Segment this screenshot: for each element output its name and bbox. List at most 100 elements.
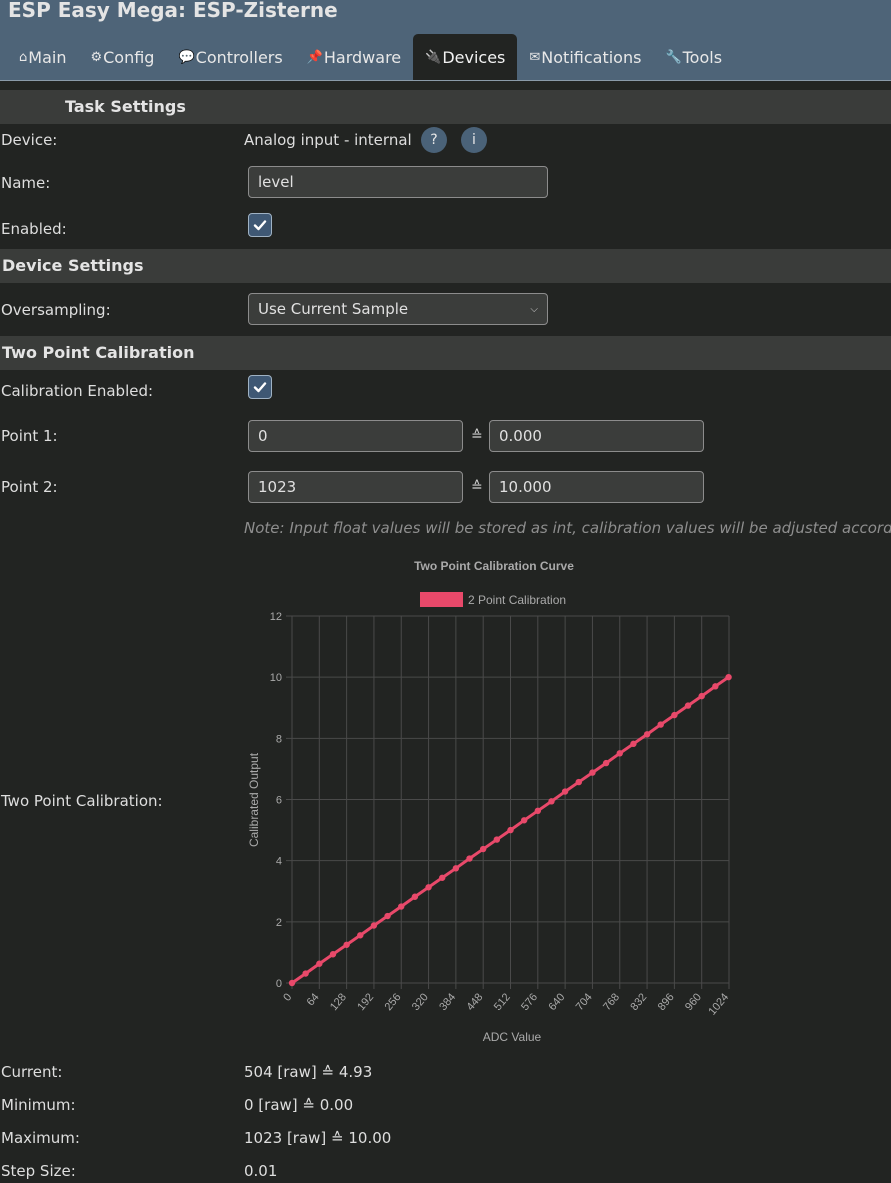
checkmark-icon: [253, 382, 267, 393]
data-point: [671, 711, 678, 719]
x-tick-label: 896: [656, 991, 677, 1013]
y-tick-label: 10: [270, 672, 282, 684]
data-point: [561, 788, 569, 795]
data-point: [602, 759, 610, 767]
data-point: [316, 960, 323, 967]
enabled-checkbox[interactable]: [248, 213, 272, 237]
y-tick-label: 4: [276, 856, 282, 868]
data-point: [575, 778, 582, 786]
x-tick-label: 64: [305, 991, 322, 1008]
name-label: Name:: [1, 174, 51, 192]
data-point: [493, 836, 501, 843]
device-label: Device:: [1, 131, 58, 149]
info-button[interactable]: i: [461, 127, 487, 153]
data-point: [616, 750, 623, 757]
x-tick-label: 128: [328, 991, 349, 1013]
minimum-label: Minimum:: [1, 1096, 76, 1114]
point1-output-value: 0.000: [499, 427, 542, 445]
data-point: [384, 912, 391, 920]
tab-controllers[interactable]: 💬 Controllers: [166, 34, 294, 80]
maximum-label: Maximum:: [1, 1129, 80, 1147]
section-title: Device Settings: [2, 256, 144, 275]
data-point: [398, 903, 405, 910]
x-tick-label: 640: [546, 991, 567, 1013]
y-tick-label: 8: [276, 733, 282, 745]
point2-adc-value: 1023: [258, 478, 297, 496]
data-point: [370, 922, 378, 929]
point1-adc-input[interactable]: 0: [248, 420, 463, 452]
x-tick-label: 256: [383, 991, 404, 1013]
x-tick-label: 192: [355, 991, 376, 1013]
x-tick-label: 704: [574, 991, 595, 1013]
y-tick-label: 0: [276, 978, 282, 990]
point1-label: Point 1:: [1, 427, 58, 445]
tab-label: Main: [28, 47, 67, 67]
data-point: [302, 970, 309, 977]
oversampling-label: Oversampling:: [1, 301, 111, 319]
name-input[interactable]: level: [248, 166, 548, 198]
data-point: [548, 798, 555, 805]
home-icon: ⌂: [19, 49, 28, 65]
data-point: [425, 884, 432, 891]
main-nav: ⌂ Main ⚙ Config 💬 Controllers 📌 Hardware 🔌 De…: [7, 34, 734, 80]
maximum-value: 1023 [raw] ≙ 10.00: [244, 1129, 392, 1147]
legend-swatch: [420, 592, 463, 607]
point2-adc-input[interactable]: 1023: [248, 471, 463, 503]
data-point: [439, 874, 446, 881]
chevron-down-icon: ⌵: [530, 303, 538, 315]
speech-bubble-icon: 💬: [178, 49, 195, 65]
step-size-label: Step Size:: [1, 1162, 76, 1180]
y-axis-label: Calibrated Output: [247, 752, 261, 847]
x-tick-label: 1024: [706, 991, 731, 1017]
tab-label: Devices: [442, 47, 506, 67]
tab-config[interactable]: ⚙ Config: [78, 34, 166, 80]
tab-hardware[interactable]: 📌 Hardware: [295, 34, 413, 80]
section-device-settings: Device Settings: [0, 249, 891, 283]
data-point: [712, 683, 719, 690]
equal-sign: ≙: [471, 428, 483, 444]
data-point: [657, 721, 664, 728]
oversampling-select[interactable]: Use Current Sample ⌵: [248, 293, 548, 325]
data-point: [520, 817, 528, 824]
data-point: [329, 951, 337, 958]
calibration-enabled-label: Calibration Enabled:: [1, 382, 154, 400]
data-point: [630, 740, 637, 748]
y-tick-label: 2: [276, 917, 282, 929]
calibration-chart-label: Two Point Calibration:: [1, 792, 163, 810]
name-input-value: level: [258, 173, 294, 191]
oversampling-select-value: Use Current Sample: [258, 300, 409, 318]
data-point: [534, 807, 542, 815]
tab-notifications[interactable]: ✉ Notifications: [517, 34, 653, 80]
calibration-chart: 0 64 128 192 256 320 384 448 512 576 640 704 768 832 8…: [247, 559, 732, 1044]
tab-tools[interactable]: 🔧 Tools: [653, 34, 734, 80]
x-tick-label: 832: [628, 991, 649, 1013]
x-tick-label: 320: [410, 991, 431, 1013]
x-tick-label: 768: [601, 991, 622, 1013]
app-header: ESP Easy Mega: ESP-Zisterne ⌂ Main ⚙ Confi…: [0, 0, 891, 81]
tab-main[interactable]: ⌂ Main: [7, 34, 78, 80]
data-point: [452, 865, 460, 872]
data-point: [343, 941, 350, 948]
tab-label: Tools: [682, 47, 723, 67]
tab-devices[interactable]: 🔌 Devices: [413, 34, 518, 80]
data-point: [288, 979, 296, 987]
help-button[interactable]: ?: [421, 127, 447, 153]
x-tick-label: 576: [519, 991, 540, 1013]
gear-icon: ⚙: [90, 49, 103, 65]
point1-adc-value: 0: [258, 427, 268, 445]
data-point: [466, 855, 473, 862]
data-point: [507, 826, 514, 834]
x-tick-label: 512: [492, 991, 513, 1013]
current-value: 504 [raw] ≙ 4.93: [244, 1063, 373, 1081]
calibration-note: Note: Input float values will be stored …: [244, 519, 891, 537]
point2-output-input[interactable]: 10.000: [489, 471, 704, 503]
wrench-icon: 🔧: [665, 49, 682, 65]
enabled-label: Enabled:: [1, 220, 67, 238]
data-point: [725, 673, 732, 681]
point1-output-input[interactable]: 0.000: [489, 420, 704, 452]
point2-output-value: 10.000: [499, 478, 552, 496]
y-tick-label: 12: [270, 611, 282, 623]
checkmark-icon: [253, 220, 267, 231]
envelope-icon: ✉: [529, 49, 541, 65]
calibration-enabled-checkbox[interactable]: [248, 375, 272, 399]
